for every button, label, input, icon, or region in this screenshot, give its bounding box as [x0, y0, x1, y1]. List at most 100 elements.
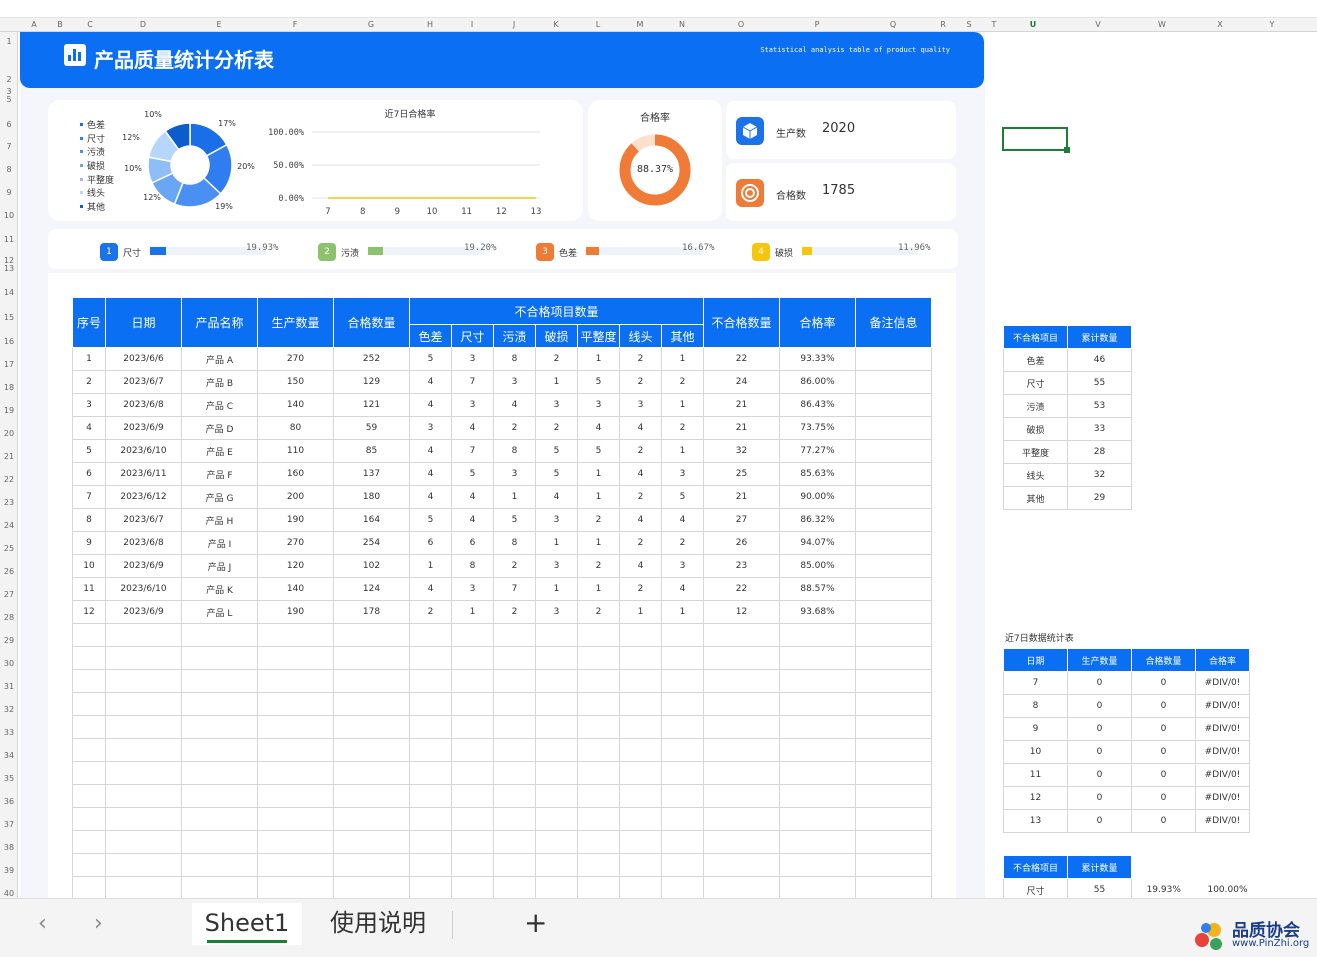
side-cell[interactable]: 破损: [1003, 417, 1068, 441]
empty-cell[interactable]: [619, 807, 662, 831]
table-cell[interactable]: 2023/6/9: [105, 554, 182, 578]
empty-cell[interactable]: [257, 761, 334, 785]
row-header-cell[interactable]: 9: [0, 188, 17, 197]
table-cell[interactable]: 4: [619, 416, 662, 440]
empty-cell[interactable]: [451, 623, 494, 647]
table-cell[interactable]: 产品 B: [181, 370, 258, 394]
side-cell[interactable]: 13: [1003, 809, 1068, 833]
table-cell[interactable]: 产品 F: [181, 462, 258, 486]
empty-cell[interactable]: [72, 761, 106, 785]
column-header-cell[interactable]: T: [992, 18, 997, 32]
empty-cell[interactable]: [855, 876, 933, 900]
empty-cell[interactable]: [703, 853, 781, 877]
row-header-cell[interactable]: 29: [0, 636, 17, 645]
empty-cell[interactable]: [535, 784, 578, 808]
empty-cell[interactable]: [451, 738, 494, 762]
column-header-cell[interactable]: N: [679, 18, 685, 32]
side-header-cell[interactable]: 累计数量: [1067, 855, 1132, 879]
header-bad[interactable]: 不合格数量: [703, 297, 781, 348]
table-cell[interactable]: 1: [577, 462, 620, 486]
column-header-cell[interactable]: Q: [890, 18, 896, 32]
table-cell[interactable]: 2: [493, 416, 536, 440]
empty-cell[interactable]: [493, 623, 536, 647]
empty-cell[interactable]: [333, 669, 410, 693]
table-cell[interactable]: 1: [660, 439, 705, 463]
empty-cell[interactable]: [333, 623, 410, 647]
table-cell[interactable]: 5: [660, 485, 705, 509]
table-cell[interactable]: 190: [257, 600, 334, 624]
header-product[interactable]: 产品名称: [181, 297, 258, 348]
empty-cell[interactable]: [451, 807, 494, 831]
header-defect-col[interactable]: 尺寸: [451, 324, 494, 348]
side-header-cell[interactable]: 不合格项目: [1003, 855, 1068, 879]
table-cell[interactable]: 2: [577, 554, 620, 578]
row-header-cell[interactable]: 19: [0, 406, 17, 415]
empty-cell[interactable]: [451, 876, 494, 900]
table-cell[interactable]: 5: [577, 370, 620, 394]
row-header-cell[interactable]: 28: [0, 613, 17, 622]
table-cell[interactable]: 2: [619, 439, 662, 463]
empty-cell[interactable]: [181, 738, 258, 762]
side-header-cell[interactable]: 累计数量: [1067, 325, 1132, 349]
row-header-cell[interactable]: 22: [0, 475, 17, 484]
empty-cell[interactable]: [535, 623, 578, 647]
side-cell[interactable]: 0: [1067, 763, 1132, 787]
table-cell[interactable]: 2: [619, 577, 662, 601]
table-cell[interactable]: 1: [660, 393, 705, 417]
empty-cell[interactable]: [779, 715, 857, 739]
prev-sheet-button[interactable]: ‹: [38, 911, 47, 936]
table-cell[interactable]: 1: [72, 347, 106, 371]
side-cell[interactable]: 其他: [1003, 486, 1068, 510]
column-header-cell[interactable]: G: [368, 18, 374, 32]
table-cell[interactable]: 2: [619, 485, 662, 509]
row-header-cell[interactable]: 16: [0, 337, 17, 346]
empty-cell[interactable]: [181, 715, 258, 739]
empty-cell[interactable]: [409, 830, 452, 854]
row-header-cell[interactable]: 17: [0, 360, 17, 369]
table-cell[interactable]: 5: [535, 439, 578, 463]
empty-cell[interactable]: [257, 669, 334, 693]
table-cell[interactable]: 5: [535, 462, 578, 486]
empty-cell[interactable]: [779, 761, 857, 785]
header-note[interactable]: 备注信息: [855, 297, 933, 348]
side-cell[interactable]: 28: [1067, 440, 1132, 464]
empty-cell[interactable]: [493, 761, 536, 785]
side-cell[interactable]: #DIV/0!: [1195, 740, 1250, 764]
table-cell[interactable]: 2023/6/9: [105, 600, 182, 624]
empty-cell[interactable]: [105, 669, 182, 693]
empty-cell[interactable]: [451, 692, 494, 716]
empty-cell[interactable]: [703, 623, 781, 647]
selected-cell[interactable]: [1002, 127, 1070, 153]
empty-cell[interactable]: [855, 669, 933, 693]
side-cell[interactable]: 0: [1131, 740, 1196, 764]
empty-cell[interactable]: [855, 623, 933, 647]
table-cell[interactable]: 9: [72, 531, 106, 555]
row-header-cell[interactable]: 36: [0, 797, 17, 806]
table-cell[interactable]: 4: [409, 393, 452, 417]
table-cell[interactable]: 2: [660, 531, 705, 555]
table-cell[interactable]: 2: [72, 370, 106, 394]
empty-cell[interactable]: [619, 715, 662, 739]
side-cell[interactable]: 11: [1003, 763, 1068, 787]
row-header-cell[interactable]: 1: [0, 37, 17, 46]
table-cell[interactable]: 产品 H: [181, 508, 258, 532]
empty-cell[interactable]: [619, 692, 662, 716]
row-header-cell[interactable]: 26: [0, 567, 17, 576]
empty-cell[interactable]: [660, 738, 705, 762]
row-header-cell[interactable]: 2: [0, 75, 17, 84]
empty-cell[interactable]: [660, 876, 705, 900]
table-cell[interactable]: 4: [493, 393, 536, 417]
empty-cell[interactable]: [257, 853, 334, 877]
empty-cell[interactable]: [703, 876, 781, 900]
side-cell[interactable]: 0: [1067, 717, 1132, 741]
side-cell[interactable]: 9: [1003, 717, 1068, 741]
empty-cell[interactable]: [72, 646, 106, 670]
column-header-cell[interactable]: V: [1095, 18, 1100, 32]
empty-cell[interactable]: [181, 761, 258, 785]
empty-cell[interactable]: [855, 761, 933, 785]
side-cell[interactable]: 32: [1067, 463, 1132, 487]
empty-cell[interactable]: [855, 692, 933, 716]
empty-cell[interactable]: [703, 692, 781, 716]
empty-cell[interactable]: [409, 669, 452, 693]
table-cell[interactable]: 22: [703, 577, 781, 601]
